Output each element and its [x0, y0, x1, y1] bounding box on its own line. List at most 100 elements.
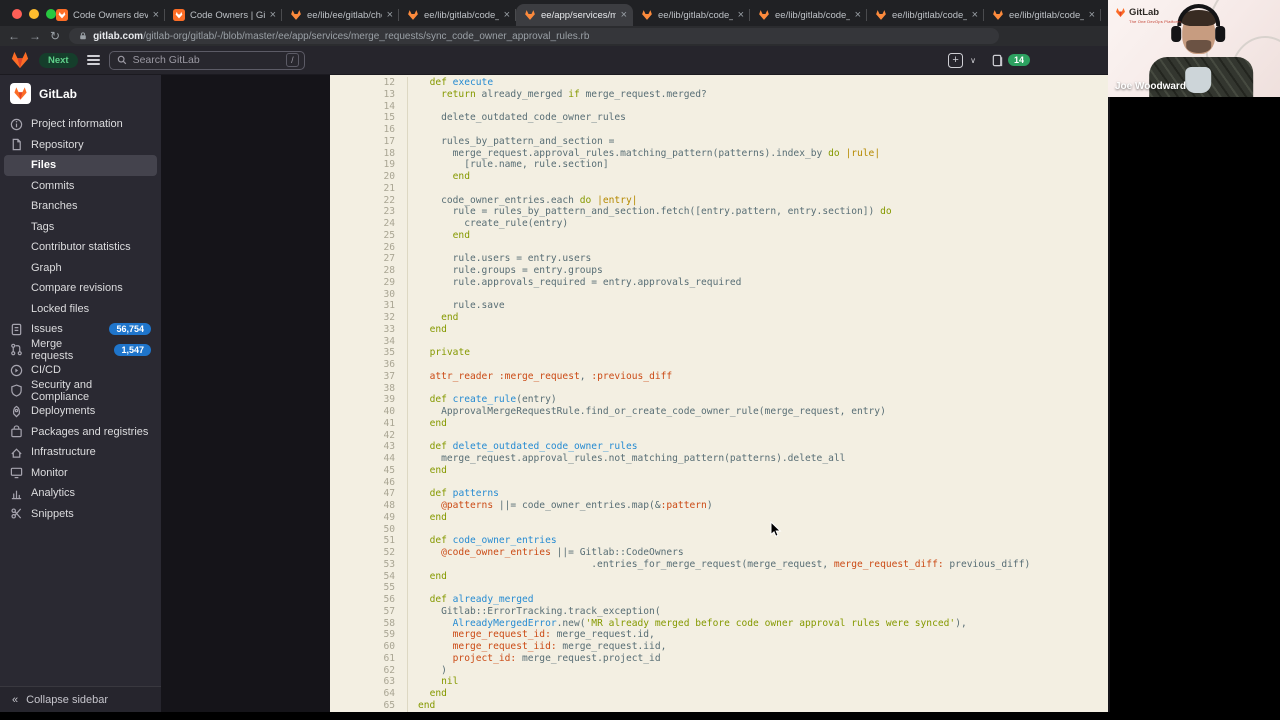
line-number[interactable]: 32	[330, 312, 408, 324]
sidebar-item-deployments[interactable]: Deployments	[0, 401, 161, 422]
sidebar-item-merge-requests[interactable]: Merge requests 1,547	[0, 338, 161, 362]
line-number[interactable]: 58	[330, 617, 408, 630]
sidebar-item-compare-revisions[interactable]: Compare revisions	[0, 278, 161, 299]
line-number[interactable]: 18	[330, 147, 408, 160]
line-number[interactable]: 12	[330, 77, 408, 89]
sidebar-item-snippets[interactable]: Snippets	[0, 504, 161, 525]
menu-icon[interactable]	[86, 55, 100, 65]
line-number[interactable]: 26	[330, 241, 408, 254]
sidebar-item-issues[interactable]: Issues 56,754	[0, 319, 161, 340]
line-number[interactable]: 16	[330, 124, 408, 136]
sidebar-item-ci-cd[interactable]: CI/CD	[0, 360, 161, 381]
line-number[interactable]: 52	[330, 547, 408, 559]
line-number[interactable]: 44	[330, 453, 408, 465]
back-icon[interactable]: ←	[8, 30, 20, 42]
line-number[interactable]: 65	[330, 699, 408, 712]
chevron-down-icon[interactable]: ∨	[970, 56, 976, 65]
browser-tab[interactable]: ee/lib/gitlab/code_owners.rb ×	[633, 4, 750, 26]
sidebar-item-tags[interactable]: Tags	[0, 217, 161, 238]
sidebar-item-infrastructure[interactable]: Infrastructure	[0, 442, 161, 463]
browser-tab[interactable]: Code Owners | GitLab ×	[165, 4, 282, 26]
sidebar-item-files[interactable]: Files	[4, 155, 157, 176]
minimize-window-button[interactable]	[29, 9, 39, 19]
line-number[interactable]: 31	[330, 300, 408, 312]
line-number[interactable]: 55	[330, 582, 408, 594]
sidebar-item-graph[interactable]: Graph	[0, 258, 161, 279]
line-number[interactable]: 42	[330, 429, 408, 442]
line-number[interactable]: 51	[330, 535, 408, 547]
sidebar-item-repository[interactable]: Repository	[0, 135, 161, 156]
sidebar-item-packages-and-registries[interactable]: Packages and registries	[0, 422, 161, 443]
line-number[interactable]: 15	[330, 112, 408, 124]
todo-count-badge[interactable]: 14	[1007, 54, 1030, 66]
line-number[interactable]: 46	[330, 476, 408, 489]
line-number[interactable]: 22	[330, 194, 408, 207]
line-number[interactable]: 24	[330, 218, 408, 230]
line-number[interactable]: 38	[330, 382, 408, 395]
line-number[interactable]: 13	[330, 88, 408, 101]
line-number[interactable]: 19	[330, 159, 408, 171]
new-item-button[interactable]: +	[948, 52, 964, 68]
forward-icon[interactable]: →	[29, 30, 41, 42]
line-number[interactable]: 33	[330, 323, 408, 336]
line-number[interactable]: 60	[330, 641, 408, 653]
line-number[interactable]: 49	[330, 511, 408, 524]
todo-list-icon[interactable]	[991, 54, 1004, 67]
line-number[interactable]: 25	[330, 229, 408, 242]
tab-close-icon[interactable]: ×	[153, 10, 159, 21]
tab-close-icon[interactable]: ×	[387, 10, 393, 21]
line-number[interactable]: 63	[330, 676, 408, 688]
tab-close-icon[interactable]: ×	[972, 10, 978, 21]
sidebar-item-project-information[interactable]: Project information	[0, 114, 161, 135]
line-number[interactable]: 43	[330, 441, 408, 453]
tab-close-icon[interactable]: ×	[621, 10, 627, 21]
line-number[interactable]: 23	[330, 206, 408, 218]
line-number[interactable]: 21	[330, 182, 408, 195]
browser-tab[interactable]: ee/lib/gitlab/code_owners - m ×	[750, 4, 867, 26]
line-number[interactable]: 61	[330, 652, 408, 665]
line-number[interactable]: 54	[330, 570, 408, 583]
line-number[interactable]: 17	[330, 135, 408, 148]
line-number[interactable]: 34	[330, 335, 408, 348]
line-number[interactable]: 36	[330, 359, 408, 371]
line-number[interactable]: 41	[330, 417, 408, 430]
line-number[interactable]: 29	[330, 276, 408, 289]
search-input[interactable]: Search GitLab /	[108, 50, 305, 70]
sidebar-item-contributor-statistics[interactable]: Contributor statistics	[0, 237, 161, 258]
line-number[interactable]: 62	[330, 664, 408, 677]
tab-close-icon[interactable]: ×	[738, 10, 744, 21]
sidebar-item-commits[interactable]: Commits	[0, 176, 161, 197]
browser-tab[interactable]: ee/app/services/merge_requ ×	[516, 4, 633, 26]
line-number[interactable]: 53	[330, 558, 408, 571]
collapse-sidebar-button[interactable]: « Collapse sidebar	[0, 686, 161, 712]
line-number[interactable]: 20	[330, 171, 408, 183]
line-number[interactable]: 39	[330, 394, 408, 406]
sidebar-item-security-and-compliance[interactable]: Security and Compliance	[0, 379, 161, 403]
tab-close-icon[interactable]: ×	[270, 10, 276, 21]
reload-icon[interactable]: ↻	[50, 30, 60, 42]
line-number[interactable]: 59	[330, 629, 408, 641]
line-number[interactable]: 30	[330, 288, 408, 301]
address-bar[interactable]: gitlab.com/gitlab-org/gitlab/-/blob/mast…	[69, 28, 1000, 44]
line-number[interactable]: 28	[330, 265, 408, 277]
project-header[interactable]: GitLab	[0, 75, 161, 114]
line-number[interactable]: 14	[330, 100, 408, 113]
tab-close-icon[interactable]: ×	[1089, 10, 1095, 21]
sidebar-item-monitor[interactable]: Monitor	[0, 463, 161, 484]
browser-tab[interactable]: ee/lib/gitlab/code_owners/loa ×	[984, 4, 1101, 26]
file-code-viewer[interactable]: 12 def execute 13 return already_merged i…	[330, 75, 1108, 712]
line-number[interactable]: 50	[330, 523, 408, 536]
sidebar-item-branches[interactable]: Branches	[0, 196, 161, 217]
gitlab-logo-icon[interactable]	[10, 50, 30, 70]
line-number[interactable]: 56	[330, 594, 408, 606]
browser-tab[interactable]: ee/lib/gitlab/code_owners/file ×	[867, 4, 984, 26]
browser-tab[interactable]: Code Owners development gu ×	[48, 4, 165, 26]
line-number[interactable]: 47	[330, 488, 408, 500]
line-number[interactable]: 37	[330, 370, 408, 383]
line-number[interactable]: 57	[330, 605, 408, 618]
line-number[interactable]: 48	[330, 500, 408, 512]
close-window-button[interactable]	[12, 9, 22, 19]
browser-tab[interactable]: ee/lib/gitlab/code_owners/val ×	[399, 4, 516, 26]
tab-close-icon[interactable]: ×	[504, 10, 510, 21]
sidebar-item-locked-files[interactable]: Locked files	[0, 299, 161, 320]
